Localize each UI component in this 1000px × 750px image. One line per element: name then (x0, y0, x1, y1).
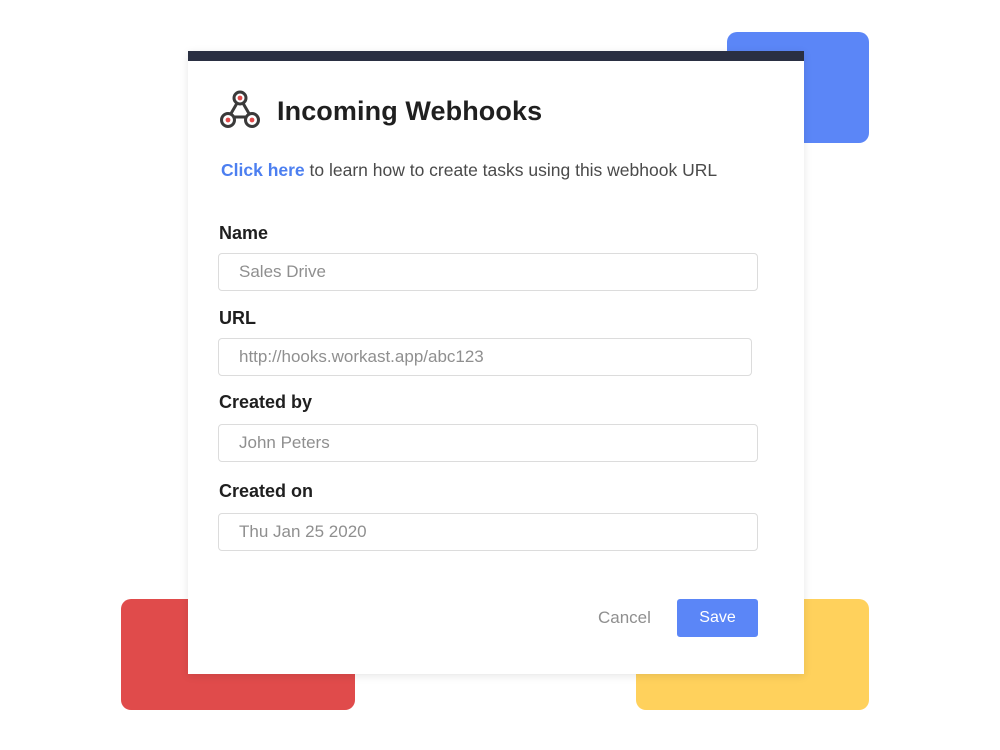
webhook-icon (216, 87, 264, 135)
created-on-input[interactable] (218, 513, 758, 551)
webhook-dialog: Incoming Webhooks Click here to learn ho… (188, 51, 804, 674)
save-button[interactable]: Save (677, 599, 758, 637)
created-by-label: Created by (219, 392, 313, 412)
stage: Incoming Webhooks Click here to learn ho… (0, 0, 1000, 750)
created-on-label: Created on (219, 481, 314, 501)
click-here-link[interactable]: Click here (221, 160, 305, 180)
dialog-title: Incoming Webhooks (277, 95, 543, 126)
cancel-button[interactable]: Cancel (598, 608, 651, 628)
help-text: Click here to learn how to create tasks … (221, 160, 717, 181)
url-label: URL (219, 308, 256, 328)
created-by-input[interactable] (218, 424, 758, 462)
name-label: Name (219, 223, 269, 243)
name-input[interactable] (218, 253, 758, 291)
help-description: to learn how to create tasks using this … (304, 160, 718, 180)
dialog-header: Incoming Webhooks (216, 87, 542, 135)
url-input[interactable] (218, 338, 752, 376)
